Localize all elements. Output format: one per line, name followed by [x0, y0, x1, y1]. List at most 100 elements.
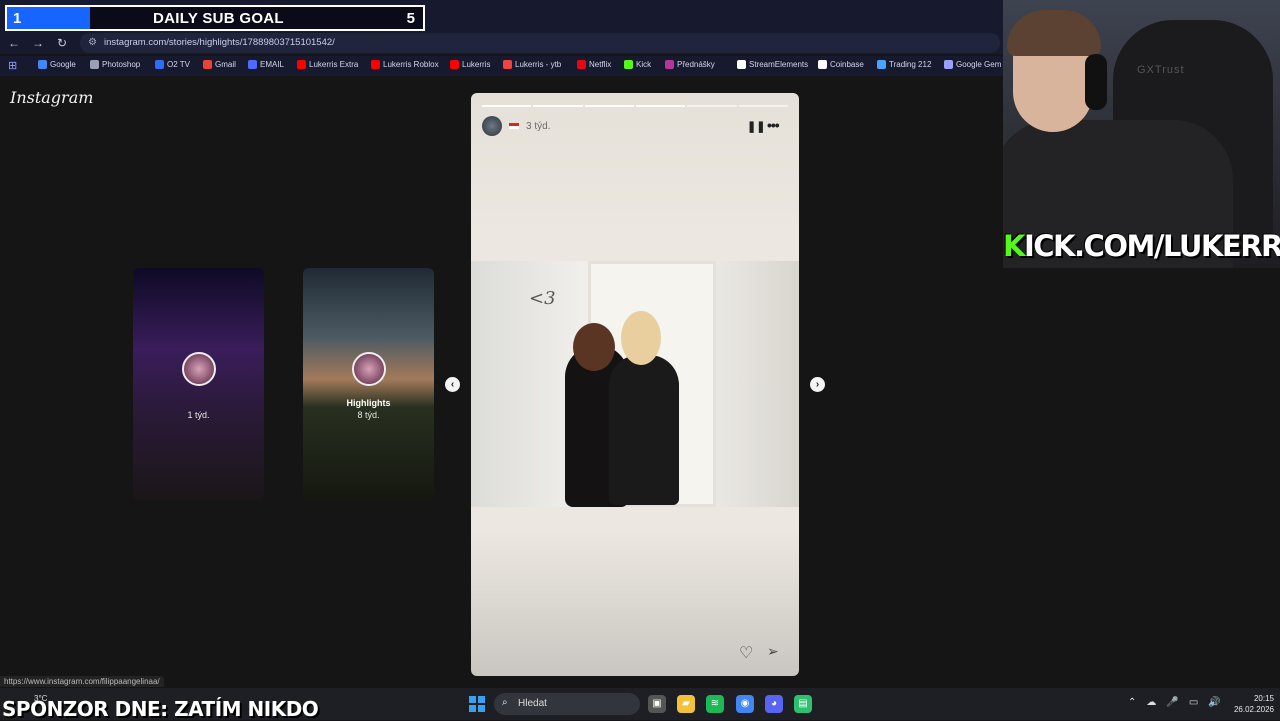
previous-story-card-2[interactable]: Highlights 8 týd.	[303, 268, 434, 500]
story-card-title: Highlights	[346, 398, 391, 408]
kick-channel-banner: KICK.COM/LUKERRIS	[1003, 229, 1280, 269]
tray-icon[interactable]: ☁	[1146, 697, 1156, 708]
bookmark-label: Lukerris - ytb	[515, 60, 562, 69]
streamer-hair	[1007, 10, 1101, 56]
reload-icon[interactable]: ↻	[54, 35, 70, 51]
sponsor-banner: SPONZOR DNE: ZATÍM NIKDO	[2, 697, 319, 721]
story-time: 3 týd.	[526, 121, 551, 132]
windows-start-icon[interactable]	[469, 696, 485, 712]
bookmark-lukerris-roblox[interactable]: Lukerris Roblox	[371, 60, 439, 69]
system-tray: ⌃ ☁ 🎤 ▭ 🔊	[1128, 697, 1221, 708]
story-card-time: 8 týd.	[357, 410, 380, 420]
tray-icon[interactable]: 🎤	[1166, 697, 1178, 708]
back-icon[interactable]: ←	[6, 35, 22, 51]
webcam-overlay: GXTrust	[1003, 0, 1280, 268]
more-options-icon[interactable]: •••	[767, 117, 780, 133]
bookmark-kick[interactable]: Kick	[624, 60, 651, 69]
story-progress-segment	[533, 105, 583, 107]
chair-logo: GXTrust	[1137, 64, 1185, 76]
story-viewer[interactable]: 3 týd. ❚❚ ••• <3 ♡ ➢	[471, 93, 799, 676]
like-heart-icon[interactable]: ♡	[739, 643, 753, 663]
bookmark-favicon-icon	[503, 60, 512, 69]
bookmark-label: EMAIL	[260, 60, 285, 69]
app-green-icon[interactable]: ▤	[794, 695, 812, 713]
clock-date: 26.02.2026	[1233, 705, 1274, 714]
bookmark-favicon-icon	[248, 60, 257, 69]
bookmark-gmail[interactable]: Gmail	[203, 60, 236, 69]
chrome-icon[interactable]: ◉	[736, 695, 754, 713]
bookmarks-bar: ⊞ Google Photoshop O2 TV Gmail EMAIL Lukerris…	[0, 56, 1003, 76]
bookmark-trading-212[interactable]: Trading 212	[877, 60, 931, 69]
search-placeholder: Hledat	[518, 698, 547, 709]
bookmark-favicon-icon	[877, 60, 886, 69]
tray-icon[interactable]: ⌃	[1128, 697, 1136, 708]
bookmark-photoshop[interactable]: Photoshop	[90, 60, 140, 69]
bookmark-favicon-icon	[371, 60, 380, 69]
bookmark-label: Netflix	[589, 60, 612, 69]
bookmark-email[interactable]: EMAIL	[248, 60, 284, 69]
instagram-logo[interactable]: Instagram	[10, 88, 93, 107]
bookmark-streamelements[interactable]: StreamElements	[737, 60, 808, 69]
bookmark-lukerris[interactable]: Lukerris	[450, 60, 490, 69]
share-icon[interactable]: ➢	[767, 643, 779, 660]
browser-toolbar: ← → ↻ ⚙ instagram.com/stories/highlights…	[0, 32, 1003, 54]
file-explorer-icon[interactable]: ▰	[677, 695, 695, 713]
bookmark-label: Lukerris	[462, 60, 491, 69]
bookmark-label: Přednášky	[677, 60, 715, 69]
kick-channel-text: ICK.COM/LUKERRIS	[1023, 229, 1280, 263]
next-story-arrow-icon[interactable]: ›	[810, 377, 825, 392]
story-progress-segment	[738, 105, 788, 107]
kick-first-letter: K	[1003, 229, 1025, 263]
story-card-avatar	[351, 352, 386, 386]
bookmark-p-edn-ky[interactable]: Přednášky	[665, 60, 715, 69]
taskbar-clock[interactable]: 20:15 26.02.2026	[1222, 693, 1274, 715]
bookmark-favicon-icon	[577, 60, 586, 69]
story-author-avatar[interactable]	[482, 116, 502, 136]
search-icon: ⌕	[502, 697, 508, 708]
bookmark-favicon-icon	[944, 60, 953, 69]
apps-grid-icon[interactable]: ⊞	[8, 59, 17, 72]
bookmark-lukerris-ytb[interactable]: Lukerris - ytb	[503, 60, 561, 69]
bookmark-favicon-icon	[203, 60, 212, 69]
bookmark-favicon-icon	[737, 60, 746, 69]
taskbar-search[interactable]: ⌕ Hledat	[494, 693, 640, 715]
task-view-icon[interactable]: ▣	[648, 695, 666, 713]
bookmark-coinbase[interactable]: Coinbase	[818, 60, 864, 69]
tray-icon[interactable]: ▭	[1189, 697, 1198, 708]
address-bar[interactable]: ⚙ instagram.com/stories/highlights/17889…	[80, 33, 1000, 53]
photo-doodle-text: <3	[529, 288, 556, 309]
photo-person-head	[573, 323, 615, 371]
story-progress-segment	[687, 105, 737, 107]
clock-time: 20:15	[1253, 694, 1274, 703]
spotify-icon[interactable]: ≋	[706, 695, 724, 713]
discord-icon[interactable]: ◕	[765, 695, 783, 713]
bookmark-netflix[interactable]: Netflix	[577, 60, 611, 69]
sub-goal-current: 1	[13, 10, 22, 27]
bookmark-favicon-icon	[624, 60, 633, 69]
story-progress-segment	[584, 105, 634, 107]
photo-person	[609, 355, 679, 505]
previous-story-arrow-icon[interactable]: ‹	[445, 377, 460, 392]
bookmark-label: O2 TV	[167, 60, 190, 69]
bookmark-label: Photoshop	[102, 60, 141, 69]
bookmark-o2-tv[interactable]: O2 TV	[155, 60, 190, 69]
story-card-avatar	[181, 352, 216, 386]
forward-icon[interactable]: →	[30, 35, 46, 51]
photo-person-head	[621, 311, 661, 365]
url-text[interactable]: instagram.com/stories/highlights/1788980…	[104, 37, 335, 48]
bookmark-favicon-icon	[450, 60, 459, 69]
bookmark-lukerris-extra[interactable]: Lukerris Extra	[297, 60, 358, 69]
bookmark-google[interactable]: Google	[38, 60, 76, 69]
site-info-icon[interactable]: ⚙	[88, 37, 97, 48]
link-status-bar: https://www.instagram.com/filippaangelin…	[0, 676, 164, 687]
bookmark-favicon-icon	[38, 60, 47, 69]
tray-icon[interactable]: 🔊	[1208, 697, 1220, 708]
sub-goal-widget: 1 DAILY SUB GOAL 5	[5, 5, 425, 31]
story-progress-segment	[482, 105, 532, 107]
pause-icon[interactable]: ❚❚	[747, 120, 765, 133]
bookmark-google-gem[interactable]: Google Gem	[944, 60, 1001, 69]
story-photo: <3	[471, 261, 799, 507]
bookmark-favicon-icon	[90, 60, 99, 69]
bookmark-label: Gmail	[215, 60, 236, 69]
previous-story-card-1[interactable]: 1 týd.	[133, 268, 264, 500]
